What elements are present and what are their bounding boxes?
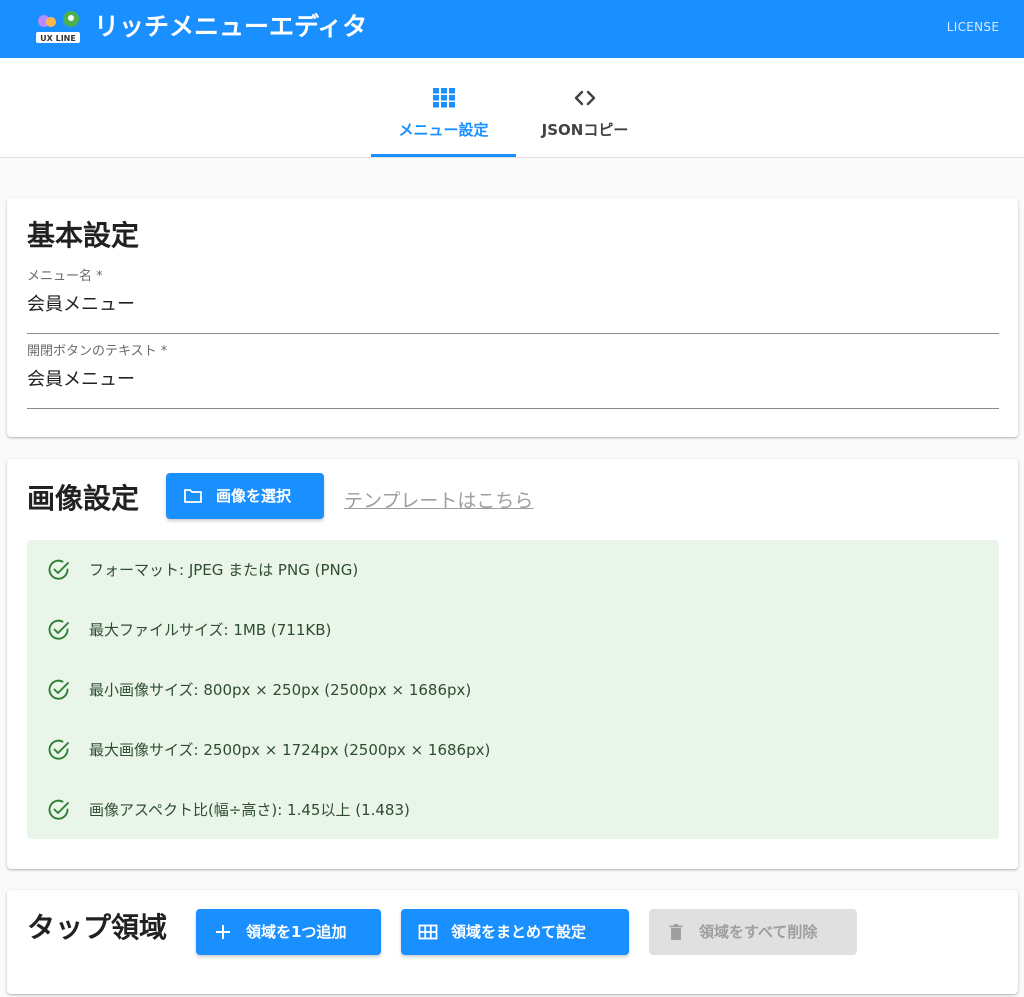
tab-json-copy[interactable]: JSONコピー — [516, 58, 654, 157]
menu-name-field[interactable]: メニュー名 * 会員メニュー — [27, 268, 999, 334]
menu-name-input[interactable]: 会員メニュー — [27, 292, 135, 318]
bulk-area-label: 領域をまとめて設定 — [451, 923, 587, 941]
check-circle-icon — [48, 739, 69, 760]
table-grid-icon — [418, 924, 438, 940]
tab-label: JSONコピー — [541, 121, 629, 139]
basic-settings-title: 基本設定 — [27, 219, 140, 252]
image-settings-card: 画像設定 画像を選択 テンプレートはこちら フォーマット: JPEG または P… — [7, 459, 1018, 869]
tap-area-title: タップ領域 — [27, 911, 168, 944]
tab-menu-settings[interactable]: メニュー設定 — [371, 58, 516, 157]
button-text-input[interactable]: 会員メニュー — [27, 367, 135, 393]
trash-icon — [669, 924, 683, 940]
validation-item: 最大画像サイズ: 2500px × 1724px (2500px × 1686p… — [27, 735, 999, 765]
tab-label: メニュー設定 — [398, 121, 489, 139]
folder-icon — [184, 489, 202, 503]
delete-all-areas-button[interactable]: 領域をすべて削除 — [649, 909, 857, 955]
check-circle-icon — [48, 799, 69, 820]
add-area-button[interactable]: 領域を1つ追加 — [196, 909, 381, 955]
ux-line-logo: UX LINE — [36, 11, 80, 43]
validation-text: 最大画像サイズ: 2500px × 1724px (2500px × 1686p… — [89, 741, 491, 759]
tap-area-card: タップ領域 領域を1つ追加 領域をまとめて設定 領域をすべて削除 — [7, 890, 1018, 994]
app-title: リッチメニューエディタ — [94, 12, 368, 41]
select-image-button[interactable]: 画像を選択 — [166, 473, 324, 519]
code-icon — [574, 90, 596, 106]
delete-all-areas-label: 領域をすべて削除 — [699, 923, 818, 941]
validation-text: 画像アスペクト比(幅÷高さ): 1.45以上 (1.483) — [89, 801, 410, 819]
select-image-label: 画像を選択 — [216, 487, 292, 505]
menu-name-label: メニュー名 * — [27, 269, 103, 284]
image-settings-title: 画像設定 — [27, 482, 140, 515]
button-text-field[interactable]: 開閉ボタンのテキスト * 会員メニュー — [27, 343, 999, 409]
plus-icon — [216, 925, 230, 939]
add-area-label: 領域を1つ追加 — [246, 923, 347, 941]
check-circle-icon — [48, 619, 69, 640]
license-link[interactable]: LICENSE — [936, 18, 1010, 36]
check-circle-icon — [48, 559, 69, 580]
app-bar: UX LINE リッチメニューエディタ LICENSE — [0, 0, 1024, 58]
image-validation-list: フォーマット: JPEG または PNG (PNG) 最大ファイルサイズ: 1M… — [27, 540, 999, 839]
logo-text: UX LINE — [40, 34, 76, 43]
validation-item: 最小画像サイズ: 800px × 250px (2500px × 1686px) — [27, 675, 999, 705]
bulk-area-button[interactable]: 領域をまとめて設定 — [401, 909, 629, 955]
validation-text: 最小画像サイズ: 800px × 250px (2500px × 1686px) — [89, 681, 472, 699]
validation-text: 最大ファイルサイズ: 1MB (711KB) — [89, 621, 332, 639]
grid-icon — [432, 88, 455, 108]
validation-text: フォーマット: JPEG または PNG (PNG) — [89, 561, 359, 579]
tab-bar: メニュー設定 JSONコピー — [0, 58, 1024, 158]
basic-settings-card: 基本設定 メニュー名 * 会員メニュー 開閉ボタンのテキスト * 会員メニュー — [7, 198, 1018, 437]
check-circle-icon — [48, 679, 69, 700]
validation-item: 最大ファイルサイズ: 1MB (711KB) — [27, 615, 999, 645]
validation-item: 画像アスペクト比(幅÷高さ): 1.45以上 (1.483) — [27, 795, 999, 825]
button-text-label: 開閉ボタンのテキスト * — [27, 344, 168, 359]
template-link[interactable]: テンプレートはこちら — [344, 489, 533, 513]
active-tab-indicator — [371, 154, 516, 157]
validation-item: フォーマット: JPEG または PNG (PNG) — [27, 555, 999, 585]
